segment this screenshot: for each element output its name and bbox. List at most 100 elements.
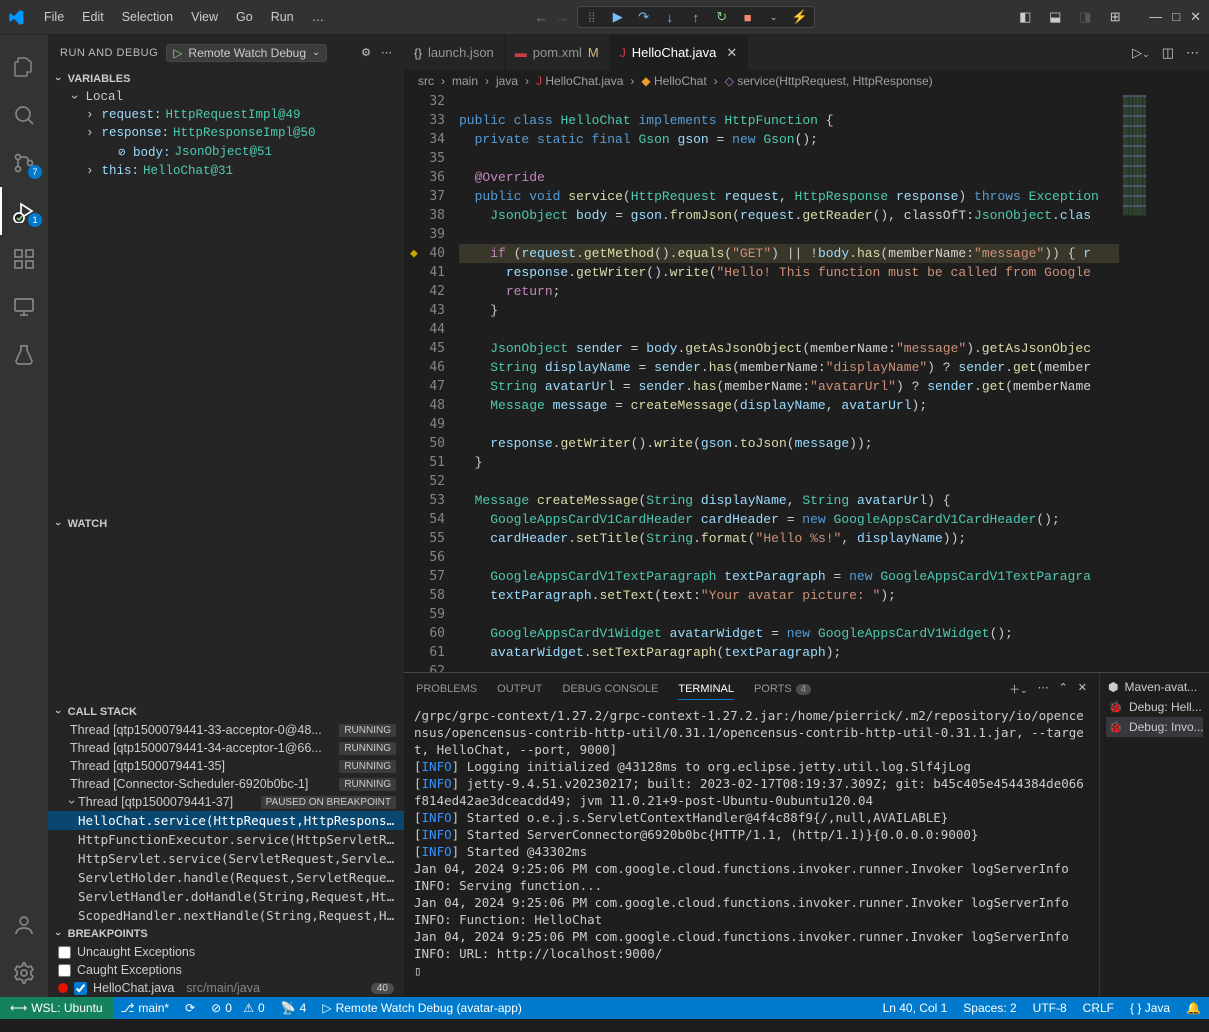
close-tab-icon[interactable]: ✕	[726, 45, 737, 61]
menu-view[interactable]: View	[183, 6, 226, 28]
panel-tab-problems[interactable]: PROBLEMS	[416, 679, 477, 699]
language-mode[interactable]: { } Java	[1122, 997, 1178, 1019]
editor-more-icon[interactable]: ⋯	[1186, 45, 1199, 61]
variable-item[interactable]: this: HelloChat@31	[48, 162, 404, 180]
layout-customize-icon[interactable]: ⊞	[1107, 9, 1123, 25]
editor-tab[interactable]: JHelloChat.java✕	[610, 35, 748, 70]
activity-explorer[interactable]	[0, 43, 48, 91]
thread-paused[interactable]: Thread [qtp1500079441-37]PAUSED ON BREAK…	[48, 793, 404, 811]
panel-tab-output[interactable]: OUTPUT	[497, 679, 542, 699]
stack-frame[interactable]: ServletHandler.doHandle(String,Request,H…	[48, 887, 404, 906]
menu-…[interactable]: …	[304, 6, 333, 28]
thread-item[interactable]: Thread [qtp1500079441-34-acceptor-1@66..…	[48, 739, 404, 757]
activity-search[interactable]	[0, 91, 48, 139]
thread-item[interactable]: Thread [qtp1500079441-33-acceptor-0@48..…	[48, 721, 404, 739]
layout-right-icon[interactable]: ◨	[1077, 9, 1093, 25]
activity-debug[interactable]: 1	[0, 187, 48, 235]
stack-frame[interactable]: HttpServlet.service(ServletRequest,Servl…	[48, 849, 404, 868]
encoding[interactable]: UTF-8	[1025, 997, 1075, 1019]
continue-icon[interactable]: ▶	[610, 9, 626, 25]
panel-more-icon[interactable]: ⋯	[1038, 681, 1049, 697]
terminal-instance[interactable]: ⬢Maven-avat...	[1106, 677, 1203, 697]
breadcrumb-item[interactable]: main	[452, 74, 478, 88]
hot-reload-icon[interactable]: ⚡	[792, 9, 808, 25]
panel-close-icon[interactable]: ✕	[1078, 681, 1087, 697]
restart-icon[interactable]: ↻	[714, 9, 730, 25]
activity-testing[interactable]	[0, 331, 48, 379]
panel-tab-debug-console[interactable]: DEBUG CONSOLE	[562, 679, 658, 699]
cursor-position[interactable]: Ln 40, Col 1	[875, 997, 956, 1019]
watch-header[interactable]: WATCH	[48, 515, 404, 533]
breakpoint-checkbox[interactable]	[58, 946, 71, 959]
panel-maximize-icon[interactable]: ⌃	[1059, 681, 1068, 697]
breakpoints-header[interactable]: BREAKPOINTS	[48, 925, 404, 943]
run-editor-icon[interactable]: ▷⌄	[1132, 45, 1150, 61]
split-editor-icon[interactable]: ◫	[1162, 45, 1174, 61]
editor-body[interactable]: 3233343536373839◆40414243444546474849505…	[404, 92, 1209, 672]
step-into-icon[interactable]: ↓	[662, 10, 678, 25]
activity-extensions[interactable]	[0, 235, 48, 283]
debug-config-selector[interactable]: ▷ Remote Watch Debug ⌄	[166, 44, 327, 62]
menu-selection[interactable]: Selection	[114, 6, 181, 28]
breakpoint-item[interactable]: Caught Exceptions	[48, 961, 404, 979]
breakpoint-checkbox[interactable]	[74, 982, 87, 995]
maximize-icon[interactable]: □	[1172, 9, 1180, 25]
breadcrumb-item[interactable]: src	[418, 74, 434, 88]
activity-source-control[interactable]: 7	[0, 139, 48, 187]
breakpoint-item[interactable]: HelloChat.javasrc/main/java40	[48, 979, 404, 997]
stack-frame[interactable]: ScopedHandler.nextHandle(String,Request,…	[48, 906, 404, 925]
menu-run[interactable]: Run	[263, 6, 302, 28]
activity-settings[interactable]	[0, 949, 48, 997]
breadcrumb-item[interactable]: ◆ HelloChat	[641, 74, 706, 88]
scope-local[interactable]: Local	[48, 88, 404, 106]
git-branch[interactable]: ⎇main*	[113, 997, 178, 1019]
panel-tab-ports[interactable]: PORTS4	[754, 679, 811, 699]
stack-frame[interactable]: HttpFunctionExecutor.service(HttpServlet…	[48, 830, 404, 849]
breadcrumb-item[interactable]: J HelloChat.java	[536, 74, 623, 88]
debug-status[interactable]: ▷Remote Watch Debug (avatar-app)	[314, 997, 530, 1019]
nav-back-icon[interactable]: ←	[535, 10, 548, 25]
start-debug-icon[interactable]: ▷	[173, 46, 182, 60]
breadcrumb-item[interactable]: java	[496, 74, 518, 88]
new-terminal-icon[interactable]: ＋⌄	[1009, 681, 1028, 697]
callstack-header[interactable]: CALL STACK	[48, 703, 404, 721]
activity-accounts[interactable]	[0, 901, 48, 949]
editor-tab[interactable]: {}launch.json	[404, 35, 505, 70]
breakpoint-item[interactable]: Uncaught Exceptions	[48, 943, 404, 961]
breadcrumb[interactable]: src main java J HelloChat.java ◆ HelloChat ◇ …	[404, 70, 1209, 92]
minimap[interactable]: ████ ██ ███████ ██████ ██ ███████ ██████…	[1119, 92, 1209, 672]
terminal-instance[interactable]: 🐞Debug: Invo...	[1106, 717, 1203, 737]
stack-frame[interactable]: ServletHolder.handle(Request,ServletRequ…	[48, 868, 404, 887]
variable-item[interactable]: request: HttpRequestImpl@49	[48, 106, 404, 124]
git-sync[interactable]: ⟳	[177, 997, 203, 1019]
layout-left-icon[interactable]: ◧	[1017, 9, 1033, 25]
layout-bottom-icon[interactable]: ⬓	[1047, 9, 1063, 25]
notifications[interactable]: 🔔	[1178, 997, 1209, 1019]
gear-icon[interactable]: ⚙	[361, 46, 371, 59]
variable-item[interactable]: ⊘ body: JsonObject@51	[48, 142, 404, 162]
menu-go[interactable]: Go	[228, 6, 261, 28]
terminal-instance[interactable]: 🐞Debug: Hell...	[1106, 697, 1203, 717]
thread-item[interactable]: Thread [Connector-Scheduler-6920b0bc-1]R…	[48, 775, 404, 793]
minimize-icon[interactable]: ―	[1149, 9, 1162, 25]
close-window-icon[interactable]: ✕	[1190, 9, 1201, 25]
editor-tab[interactable]: ▬pom.xmlM	[505, 35, 610, 70]
remote-indicator[interactable]: ⟷WSL: Ubuntu	[0, 997, 113, 1019]
panel-tab-terminal[interactable]: TERMINAL	[678, 679, 734, 700]
thread-item[interactable]: Thread [qtp1500079441-35]RUNNING	[48, 757, 404, 775]
step-over-icon[interactable]: ↷	[636, 9, 652, 25]
nav-forward-icon[interactable]: →	[556, 10, 569, 25]
variable-item[interactable]: response: HttpResponseImpl@50	[48, 124, 404, 142]
ports-status[interactable]: 📡4	[273, 997, 315, 1019]
breadcrumb-item[interactable]: ◇ service(HttpRequest, HttpResponse)	[725, 74, 933, 88]
grip-icon[interactable]: ⁞⁞	[584, 10, 600, 25]
step-out-icon[interactable]: ↑	[688, 10, 704, 25]
variables-header[interactable]: VARIABLES	[48, 70, 404, 88]
breakpoint-checkbox[interactable]	[58, 964, 71, 977]
more-icon[interactable]: ⋯	[381, 46, 392, 59]
indentation[interactable]: Spaces: 2	[955, 997, 1024, 1019]
stop-icon[interactable]: ■	[740, 10, 756, 25]
stop-dropdown-icon[interactable]: ⌄	[766, 12, 782, 23]
problems-status[interactable]: ⊘0 ⚠0	[203, 997, 273, 1019]
terminal-output[interactable]: /grpc/grpc-context/1.27.2/grpc-context-1…	[404, 705, 1099, 997]
